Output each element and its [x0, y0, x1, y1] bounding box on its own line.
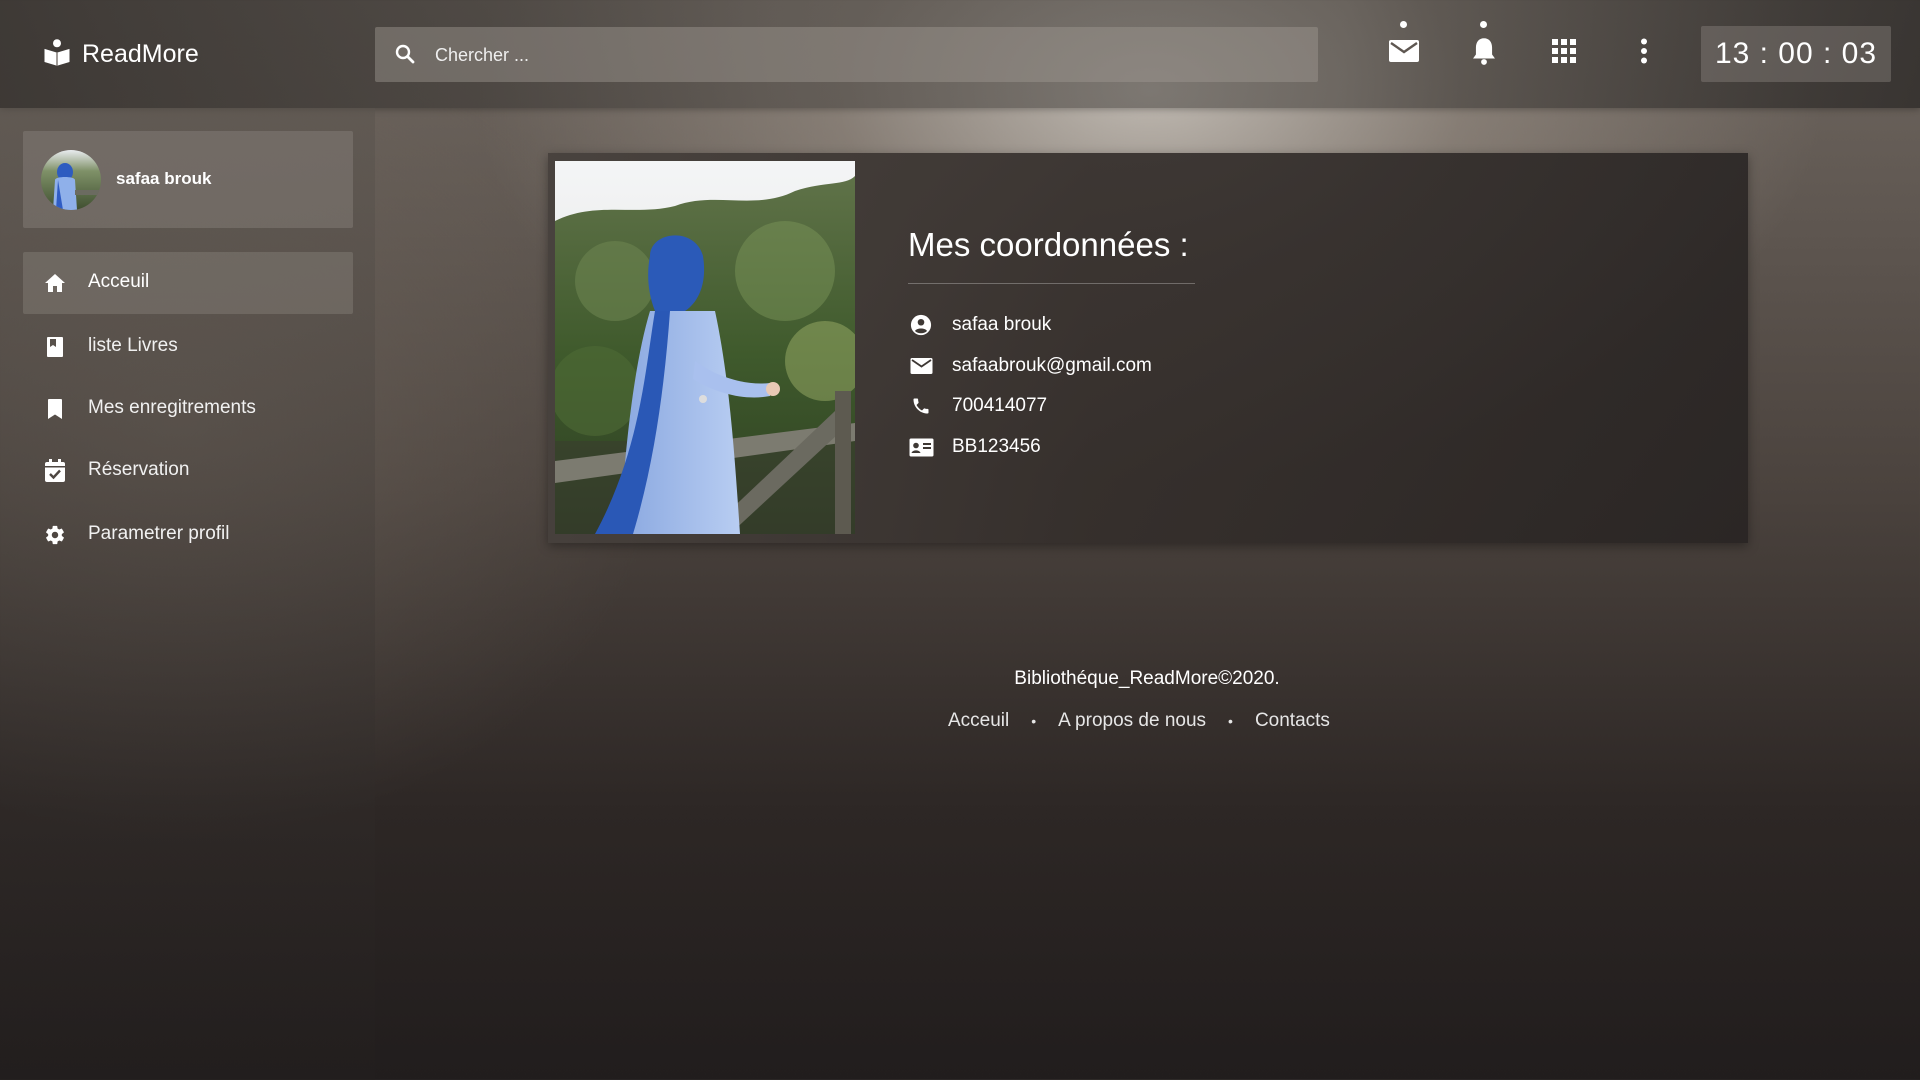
bookmark-icon — [43, 397, 67, 421]
notification-dot — [1480, 21, 1487, 28]
page-title: Mes coordonnées : — [908, 226, 1189, 263]
info-value: 700414077 — [952, 395, 1048, 416]
notification-dot — [1400, 21, 1407, 28]
sidebar-item-label: Acceuil — [88, 271, 150, 292]
info-value: safaa brouk — [952, 314, 1052, 335]
profile-photo — [555, 161, 855, 534]
top-bar: ReadMore Chercher ... 13: 00: 03 — [0, 0, 1920, 108]
footer-copyright: Bibliothéque_ReadMore©2020. — [1014, 668, 1280, 689]
sidebar-item-label: Mes enregitrements — [88, 397, 256, 418]
user-profile-card[interactable]: safaa brouk — [23, 131, 353, 228]
search-input[interactable] — [433, 27, 1297, 84]
footer-link-a-propos[interactable]: A propos de nous — [1058, 710, 1206, 732]
sidebar-item-parametrer-profil[interactable]: Parametrer profil — [23, 504, 353, 566]
search-bar[interactable] — [375, 27, 1318, 84]
profile-card: Mes coordonnées : safaa brouk safaabrouk… — [548, 153, 1748, 543]
info-row-name: safaa brouk — [908, 311, 1051, 339]
title-divider — [908, 283, 1195, 284]
more-options-button[interactable] — [1626, 35, 1662, 71]
account-circle-icon — [908, 312, 934, 338]
apps-button[interactable] — [1546, 35, 1582, 71]
footer-separator: • — [1228, 713, 1233, 729]
info-row-phone: 700414077 — [908, 392, 1047, 420]
book-icon — [43, 335, 67, 359]
phone-icon — [908, 393, 934, 419]
info-value: safaabrouk@gmail.com — [952, 355, 1152, 376]
footer-separator: • — [1031, 713, 1037, 729]
brand-name: ReadMore — [82, 39, 199, 68]
clock-display: 13 : 00 : 03 — [1701, 26, 1891, 82]
more-vertical-icon — [1640, 38, 1648, 69]
id-card-icon — [908, 434, 934, 460]
footer-links: Acceuil • A propos de nous • Contacts — [948, 710, 1330, 732]
notifications-button[interactable] — [1466, 21, 1502, 71]
sidebar: safaa brouk Acceuil liste Livres Mes enr… — [0, 108, 375, 1080]
logo-book-reader-icon — [42, 37, 72, 72]
sidebar-item-label: Réservation — [88, 459, 190, 480]
home-icon — [43, 271, 67, 295]
bell-icon — [1470, 36, 1498, 71]
sidebar-item-acceuil[interactable]: Acceuil — [23, 252, 353, 314]
user-name: safaa brouk — [116, 169, 212, 188]
mail-icon — [1388, 38, 1420, 69]
gear-icon — [43, 523, 67, 547]
messages-button[interactable] — [1386, 21, 1422, 71]
search-icon[interactable] — [393, 42, 417, 71]
mail-icon — [908, 353, 934, 379]
sidebar-item-label: liste Livres — [88, 335, 178, 356]
info-row-email: safaabrouk@gmail.com — [908, 352, 1152, 380]
sidebar-item-reservation[interactable]: Réservation — [23, 440, 353, 502]
info-row-id: BB123456 — [908, 433, 1041, 461]
sidebar-item-liste-livres[interactable]: liste Livres — [23, 316, 353, 378]
avatar — [41, 150, 101, 210]
brand[interactable]: ReadMore — [42, 36, 199, 72]
apps-grid-icon — [1552, 38, 1576, 68]
calendar-check-icon — [43, 459, 67, 483]
footer-link-acceuil[interactable]: Acceuil — [948, 710, 1009, 732]
sidebar-item-mes-enregitrements[interactable]: Mes enregitrements — [23, 378, 353, 440]
info-value: BB123456 — [952, 436, 1041, 457]
sidebar-item-label: Parametrer profil — [88, 523, 230, 544]
footer-link-contacts[interactable]: Contacts — [1255, 710, 1330, 732]
